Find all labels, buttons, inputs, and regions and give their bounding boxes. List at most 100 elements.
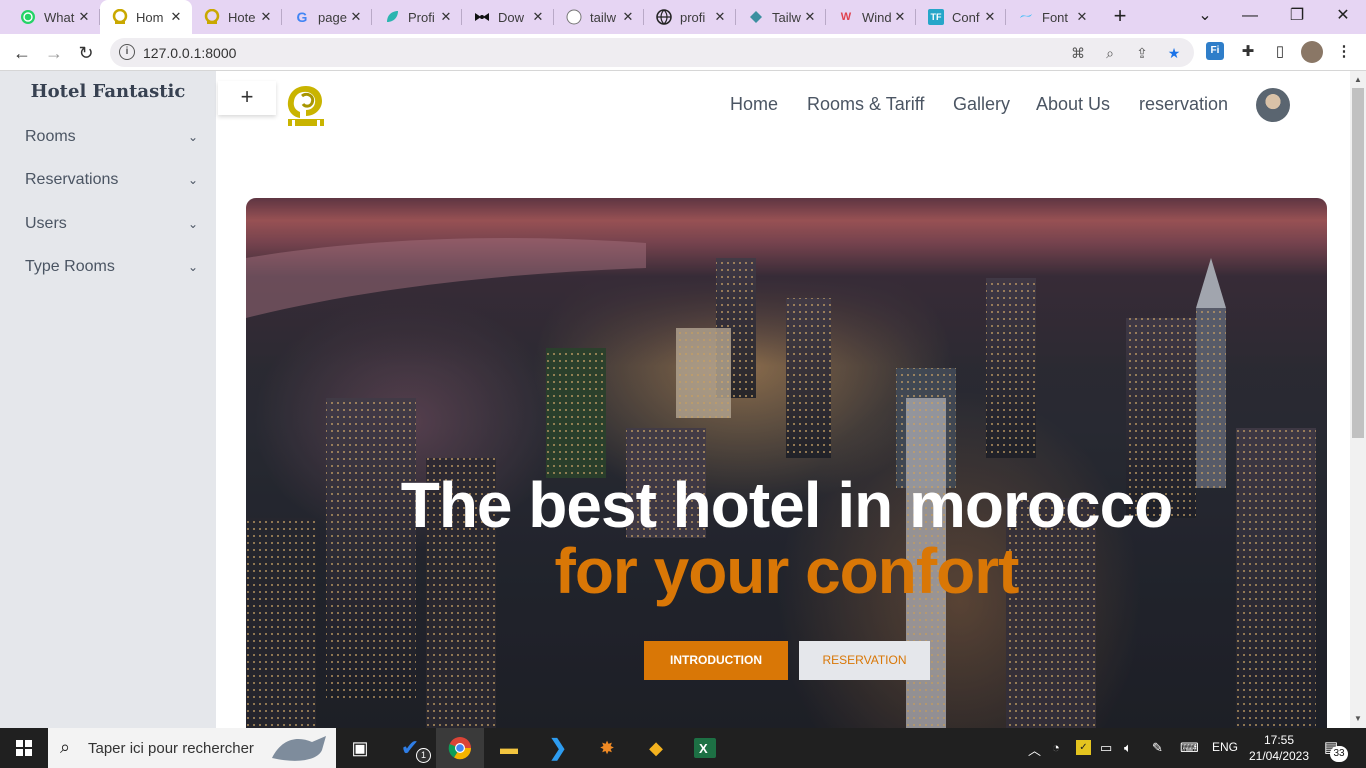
bookmark-star-icon[interactable]: ★ [1164,43,1184,63]
google-icon: G [296,9,308,25]
language-indicator[interactable]: ENG [1212,740,1238,754]
volume-icon[interactable]: 🔈︎ [1124,740,1132,756]
scroll-down-icon[interactable]: ▼ [1354,714,1362,723]
sidebar-toggle-button[interactable]: + [218,81,276,115]
minimize-window-button[interactable]: — [1238,4,1262,28]
hotel-logo-icon [112,9,128,25]
reload-icon[interactable]: ↻ [74,41,98,65]
nav-link-reservation[interactable]: reservation [1139,94,1228,115]
windows-start-icon[interactable] [0,728,48,768]
nav-link-about-us[interactable]: About Us [1036,94,1110,115]
reservation-button[interactable]: RESERVATION [799,641,930,680]
taskbar-search-box[interactable]: ⌕ Taper ici pour rechercher [48,728,336,768]
restore-window-button[interactable]: ❐ [1285,4,1309,28]
browser-tab[interactable]: Tailw ✕ [736,0,826,34]
excel-icon[interactable]: X [681,728,729,768]
chevron-down-icon: ⌄ [187,260,199,274]
side-panel-icon[interactable]: ▯ [1270,42,1290,62]
leaf-icon [384,9,400,25]
close-tab-icon[interactable]: ✕ [1074,9,1090,25]
extension-fi-icon[interactable]: Fi [1206,42,1224,60]
browser-menu-icon[interactable]: ⋮ [1334,42,1354,62]
hero-banner: The best hotel in morocco for your confo… [246,198,1327,728]
network-icon[interactable]: ◔ [1052,740,1060,755]
address-bar[interactable]: i 127.0.0.1:8000 ⌘ ⌕ ⇪ ★ [110,38,1194,67]
close-tab-icon[interactable]: ✕ [438,9,454,25]
browser-tab[interactable]: W Wind ✕ [826,0,916,34]
tf-icon: TF [928,9,944,25]
show-hidden-icons-chevron-icon[interactable]: ︿ [1028,740,1041,759]
chevron-down-icon: ⌄ [187,130,199,144]
windmill-icon: W [840,11,852,23]
browser-tab[interactable]: TF Conf ✕ [916,0,1006,34]
zoom-icon[interactable]: ⌕ [1100,43,1120,63]
page-scrollbar[interactable]: ▲ ▼ [1350,71,1366,728]
nav-link-rooms-tariff[interactable]: Rooms & Tariff [807,94,924,115]
scroll-up-icon[interactable]: ▲ [1354,75,1362,84]
sidebar-item-reservations[interactable]: Reservations ⌄ [25,168,200,192]
close-tab-icon[interactable]: ✕ [982,9,998,25]
sidebar-item-rooms[interactable]: Rooms ⌄ [25,125,200,149]
browser-tab-active[interactable]: Hom ✕ [100,0,192,34]
close-tab-icon[interactable]: ✕ [530,9,546,25]
animal-app-icon[interactable]: ◆ [632,728,680,768]
nav-link-gallery[interactable]: Gallery [953,94,1010,115]
forward-arrow-icon[interactable]: → [42,41,66,65]
introduction-button[interactable]: INTRODUCTION [644,641,788,680]
close-tab-icon[interactable]: ✕ [712,9,728,25]
browser-tab[interactable]: Font ✕ [1006,0,1098,34]
task-view-icon[interactable]: ▣ [336,728,384,768]
site-info-icon[interactable]: i [119,44,135,60]
sidebar-item-users[interactable]: Users ⌄ [25,212,200,236]
back-arrow-icon[interactable]: ← [10,41,34,65]
close-tab-icon[interactable]: ✕ [892,9,908,25]
browser-tab[interactable]: Profi ✕ [372,0,462,34]
browser-tab[interactable]: Dow ✕ [462,0,554,34]
sidebar-item-label: Users [25,215,67,232]
sidebar-item-label: Type Rooms [25,258,115,275]
translate-icon[interactable]: ⌘ [1068,43,1088,63]
browser-tab[interactable]: Hote ✕ [192,0,282,34]
tab-title: Profi [408,9,435,25]
browser-tab[interactable]: What ✕ [8,0,100,34]
extensions-puzzle-icon[interactable]: ✚ [1238,42,1258,62]
tab-title: profi [680,9,706,25]
sidebar-item-type-rooms[interactable]: Type Rooms ⌄ [25,255,200,279]
search-icon: ⌕ [60,737,71,757]
close-window-button[interactable]: ✕ [1331,4,1355,28]
user-avatar[interactable] [1256,88,1290,122]
notes-tray-icon[interactable]: ✓ [1076,740,1091,755]
share-icon[interactable]: ⇪ [1132,43,1152,63]
scrollbar-thumb[interactable] [1352,88,1364,438]
close-tab-icon[interactable]: ✕ [348,9,364,25]
notification-center-icon[interactable]: ▤ 33 [1322,736,1348,762]
nav-link-home[interactable]: Home [730,94,778,115]
hero-subtitle: for your confort [554,535,1020,607]
browser-tab[interactable]: tailw ✕ [554,0,644,34]
url-text[interactable]: 127.0.0.1:8000 [143,45,236,61]
browser-tab[interactable]: G page ✕ [282,0,372,34]
keyboard-icon[interactable]: ⌨ [1180,740,1199,756]
file-explorer-icon[interactable]: ▬ [485,728,533,768]
close-tab-icon[interactable]: ✕ [258,9,274,25]
chrome-app-icon[interactable] [436,728,484,768]
profile-avatar-icon[interactable] [1301,41,1323,63]
close-tab-icon[interactable]: ✕ [802,9,818,25]
close-tab-icon[interactable]: ✕ [620,9,636,25]
clock-time: 17:55 [1263,733,1295,747]
search-highlight-illustration-icon [272,736,326,761]
xampp-icon[interactable]: ✸ [583,728,631,768]
vscode-icon[interactable]: ❯ [534,728,582,768]
close-tab-icon[interactable]: ✕ [168,9,184,25]
chevron-down-icon: ⌄ [187,217,199,231]
hotel-logo[interactable] [282,82,330,130]
taskbar-clock[interactable]: 17:55 21/04/2023 [1244,732,1314,764]
pen-icon[interactable]: ✎ [1152,740,1163,756]
new-tab-button[interactable]: + [1108,5,1132,29]
tab-search-chevron-icon[interactable]: ⌄ [1193,4,1217,28]
browser-tab[interactable]: profi ✕ [644,0,736,34]
todo-app-icon[interactable]: ✔ 1 [386,728,434,768]
close-tab-icon[interactable]: ✕ [76,9,92,25]
battery-icon[interactable]: ▭ [1100,740,1112,756]
tab-title: Dow [498,9,525,25]
